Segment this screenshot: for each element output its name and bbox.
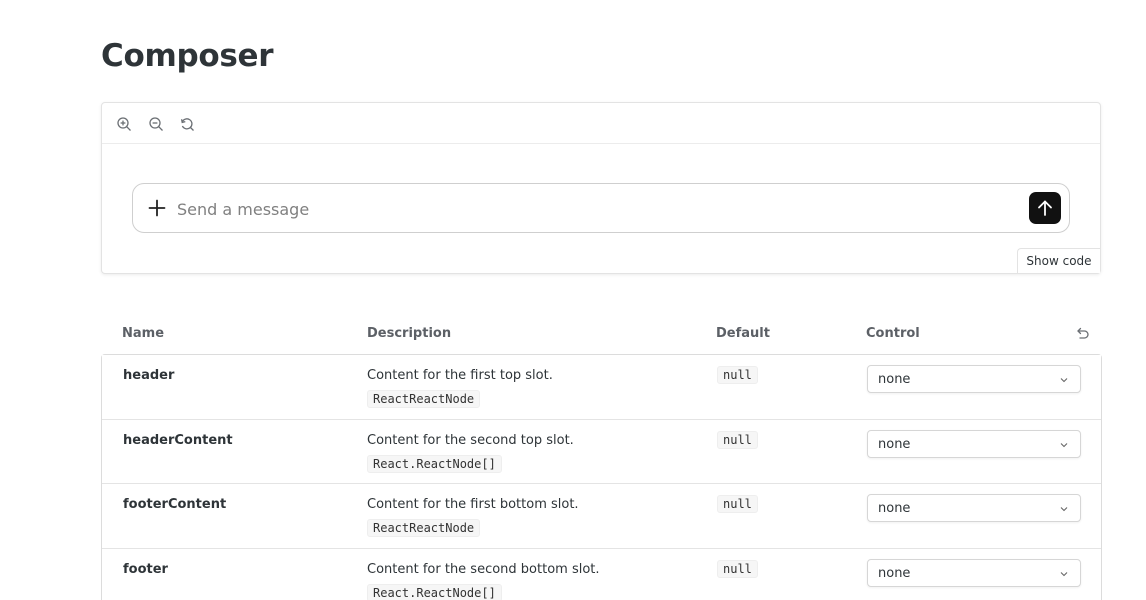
arg-default: null — [717, 430, 758, 449]
chevron-down-icon — [1060, 442, 1068, 447]
chevron-down-icon — [1060, 507, 1068, 512]
add-attachment-icon[interactable] — [147, 198, 167, 218]
arg-name: headerContent — [123, 432, 233, 448]
table-row: header Content for the first top slot. R… — [102, 355, 1101, 420]
preview-toolbar — [102, 103, 1100, 144]
arg-default: null — [717, 495, 758, 513]
message-composer — [132, 183, 1070, 233]
arg-type: React.ReactNode[] — [367, 454, 502, 473]
control-value: none — [878, 501, 911, 516]
table-row: footer Content for the second bottom slo… — [102, 548, 1101, 600]
control-select[interactable]: none — [867, 494, 1081, 522]
control-value: none — [878, 565, 911, 581]
arg-type: ReactReactNode — [367, 519, 481, 537]
arg-default: null — [717, 559, 758, 578]
zoom-out-icon[interactable] — [147, 115, 165, 133]
zoom-in-icon[interactable] — [115, 115, 133, 133]
chevron-down-icon — [1060, 571, 1068, 576]
arg-type: React.ReactNode[] — [367, 583, 502, 600]
arg-name: footer — [123, 561, 168, 577]
undo-icon[interactable] — [1074, 325, 1090, 341]
control-select[interactable]: none — [867, 365, 1081, 393]
arg-name: header — [123, 368, 175, 383]
arg-description: Content for the second bottom slot. — [367, 561, 600, 577]
chevron-down-icon — [1060, 378, 1068, 383]
header-control: Control — [866, 326, 920, 341]
arrow-up-icon — [1038, 200, 1052, 216]
reset-zoom-icon[interactable] — [178, 115, 196, 133]
page-title: Composer — [101, 38, 274, 74]
table-header: Name Description Default Control — [101, 315, 1102, 354]
story-preview: Show code — [101, 102, 1101, 274]
message-input[interactable] — [177, 196, 1017, 222]
arg-type: ReactReactNode — [367, 390, 481, 408]
show-code-button[interactable]: Show code — [1017, 248, 1100, 273]
args-table: Name Description Default Control header … — [101, 315, 1102, 600]
table-row: headerContent Content for the second top… — [102, 419, 1101, 484]
control-value: none — [878, 372, 911, 387]
header-default: Default — [716, 326, 770, 341]
control-select[interactable]: none — [867, 558, 1081, 587]
send-button[interactable] — [1029, 192, 1061, 224]
arg-description: Content for the first bottom slot. — [367, 497, 579, 512]
arg-description: Content for the first top slot. — [367, 368, 553, 383]
arg-name: footerContent — [123, 497, 227, 512]
arg-description: Content for the second top slot. — [367, 432, 574, 448]
table-row: footerContent Content for the first bott… — [102, 484, 1101, 549]
control-value: none — [878, 436, 911, 452]
control-select[interactable]: none — [867, 429, 1081, 458]
table-body: header Content for the first top slot. R… — [101, 354, 1102, 600]
header-description: Description — [367, 326, 452, 341]
header-name: Name — [122, 326, 165, 341]
arg-default: null — [717, 366, 758, 384]
